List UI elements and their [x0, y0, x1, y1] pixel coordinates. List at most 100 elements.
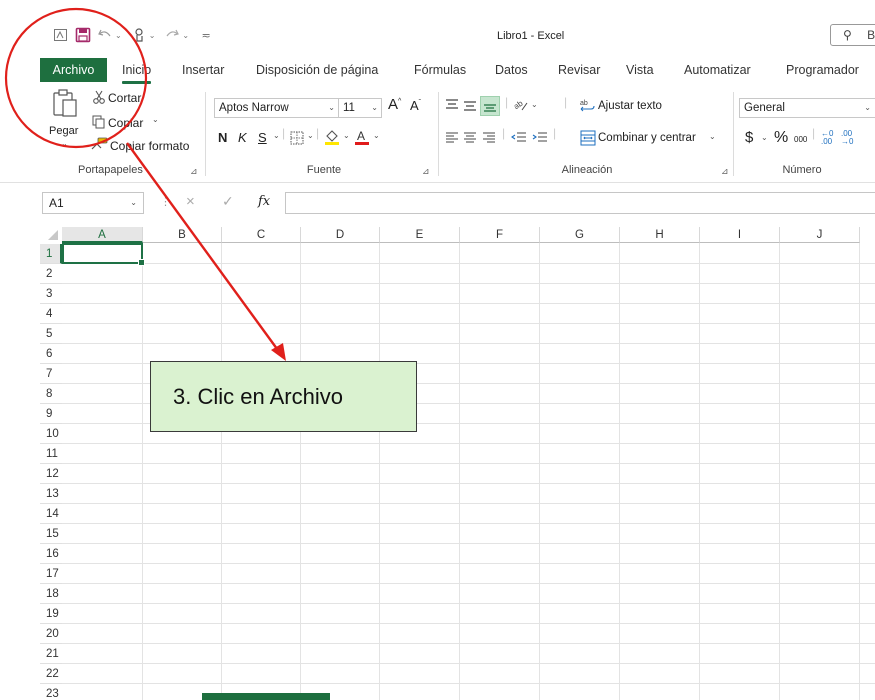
decrease-font-icon[interactable]: Aˇ [410, 98, 421, 113]
copy-icon[interactable] [92, 115, 106, 129]
font-size-combo[interactable]: 11 ⌄ [338, 98, 382, 118]
align-left-icon[interactable] [445, 131, 459, 145]
tab-insertar[interactable]: Insertar [182, 58, 224, 82]
row-header-9[interactable]: 9 [40, 404, 62, 424]
fill-dropdown-icon[interactable]: ⌄ [343, 131, 350, 140]
decrease-indent-icon[interactable] [511, 131, 527, 145]
increase-indent-icon[interactable] [532, 131, 548, 145]
tab-revisar[interactable]: Revisar [558, 58, 600, 82]
wrap-text-label[interactable]: Ajustar texto [598, 100, 662, 112]
enter-icon[interactable]: ✓ [222, 193, 234, 210]
tab-programador[interactable]: Programador [786, 58, 859, 82]
paste-icon[interactable] [52, 88, 78, 120]
row-header-4[interactable]: 4 [40, 304, 62, 324]
currency-dropdown-icon[interactable]: ⌄ [761, 133, 768, 142]
column-header-e[interactable]: E [380, 227, 460, 243]
thousands-icon[interactable]: 000 [794, 135, 807, 144]
increase-decimal-icon[interactable]: ←0.00 [821, 130, 833, 146]
decrease-decimal-icon[interactable]: .00 →0 [841, 130, 853, 146]
alignment-launcher-icon[interactable]: ⊿ [721, 166, 729, 177]
row-header-21[interactable]: 21 [40, 644, 62, 664]
column-header-h[interactable]: H [620, 227, 700, 243]
column-header-c[interactable]: C [222, 227, 301, 243]
tab-formulas[interactable]: Fórmulas [414, 58, 466, 82]
format-painter-label[interactable]: Copiar formato [110, 139, 189, 153]
copy-label[interactable]: Copiar [108, 116, 143, 130]
align-bottom-icon[interactable] [480, 96, 500, 116]
row-header-6[interactable]: 6 [40, 344, 62, 364]
font-name-combo[interactable]: Aptos Narrow ⌄ [214, 98, 339, 118]
touch-dropdown-icon[interactable]: ⌄ [149, 31, 156, 40]
touch-mode-icon[interactable] [130, 27, 148, 43]
column-header-j[interactable]: J [780, 227, 860, 243]
column-header-d[interactable]: D [301, 227, 380, 243]
customize-icon[interactable]: ≂ [197, 27, 215, 43]
font-launcher-icon[interactable]: ⊿ [422, 166, 430, 177]
align-center-icon[interactable] [463, 131, 477, 145]
merge-center-icon[interactable] [580, 130, 596, 146]
row-header-5[interactable]: 5 [40, 324, 62, 344]
row-header-7[interactable]: 7 [40, 364, 62, 384]
merge-center-label[interactable]: Combinar y centrar [598, 132, 696, 144]
row-header-14[interactable]: 14 [40, 504, 62, 524]
clipboard-launcher-icon[interactable]: ⊿ [190, 166, 198, 177]
italic-button[interactable]: K [238, 130, 247, 145]
row-header-22[interactable]: 22 [40, 664, 62, 684]
search-box[interactable]: ⚲ B [830, 24, 875, 46]
undo-dropdown-icon[interactable]: ⌄ [115, 31, 122, 40]
wrap-text-icon[interactable]: ab [580, 98, 596, 114]
cut-label[interactable]: Cortar [108, 91, 141, 105]
tab-datos[interactable]: Datos [495, 58, 528, 82]
row-header-8[interactable]: 8 [40, 384, 62, 404]
align-middle-icon[interactable] [463, 98, 477, 112]
active-cell[interactable] [62, 243, 145, 266]
copy-dropdown-icon[interactable]: ⌄ [152, 115, 159, 124]
row-header-20[interactable]: 20 [40, 624, 62, 644]
align-right-icon[interactable] [482, 131, 496, 145]
format-painter-icon[interactable] [90, 137, 108, 151]
increase-font-icon[interactable]: A^ [388, 96, 401, 113]
save-icon[interactable] [74, 27, 92, 43]
tab-inicio[interactable]: Inicio [122, 58, 152, 84]
cut-icon[interactable] [92, 90, 106, 104]
fill-color-icon[interactable] [324, 128, 340, 146]
undo-icon[interactable] [96, 27, 114, 43]
column-header-f[interactable]: F [460, 227, 540, 243]
column-header-i[interactable]: I [700, 227, 780, 243]
underline-dropdown-icon[interactable]: ⌄ [273, 131, 280, 140]
select-all-corner[interactable] [48, 230, 58, 240]
row-header-2[interactable]: 2 [40, 264, 62, 284]
percent-icon[interactable]: % [774, 129, 788, 147]
align-top-icon[interactable] [445, 98, 459, 112]
row-header-18[interactable]: 18 [40, 584, 62, 604]
column-header-b[interactable]: B [143, 227, 222, 243]
name-box[interactable]: A1 ⌄ [42, 192, 144, 214]
orientation-dropdown-icon[interactable]: ⌄ [531, 100, 538, 109]
tab-disposicion-pagina[interactable]: Disposición de página [256, 58, 378, 82]
paste-dropdown-icon[interactable]: ⌄ [61, 139, 68, 148]
row-header-13[interactable]: 13 [40, 484, 62, 504]
formula-input[interactable] [285, 192, 875, 214]
merge-dropdown-icon[interactable]: ⌄ [709, 132, 716, 141]
column-header-a[interactable]: A [62, 227, 143, 243]
font-color-dropdown-icon[interactable]: ⌄ [373, 131, 380, 140]
row-header-16[interactable]: 16 [40, 544, 62, 564]
row-header-17[interactable]: 17 [40, 564, 62, 584]
redo-icon[interactable] [163, 27, 181, 43]
row-header-23[interactable]: 23 [40, 684, 62, 700]
orientation-icon[interactable]: ab [513, 97, 529, 113]
bold-button[interactable]: N [218, 130, 227, 145]
borders-icon[interactable] [290, 131, 304, 145]
row-header-15[interactable]: 15 [40, 524, 62, 544]
more-options-icon[interactable]: ⋮ [160, 195, 171, 208]
number-format-combo[interactable]: General ⌄ [739, 98, 875, 118]
redo-dropdown-icon[interactable]: ⌄ [182, 31, 189, 40]
cancel-icon[interactable]: × [186, 193, 195, 210]
tab-archivo[interactable]: Archivo [40, 58, 107, 82]
autosave-icon[interactable] [52, 27, 70, 43]
insert-function-icon[interactable]: fx [258, 194, 270, 209]
row-header-1[interactable]: 1 [40, 244, 62, 264]
font-color-icon[interactable]: A [354, 128, 370, 146]
row-header-10[interactable]: 10 [40, 424, 62, 444]
row-header-12[interactable]: 12 [40, 464, 62, 484]
